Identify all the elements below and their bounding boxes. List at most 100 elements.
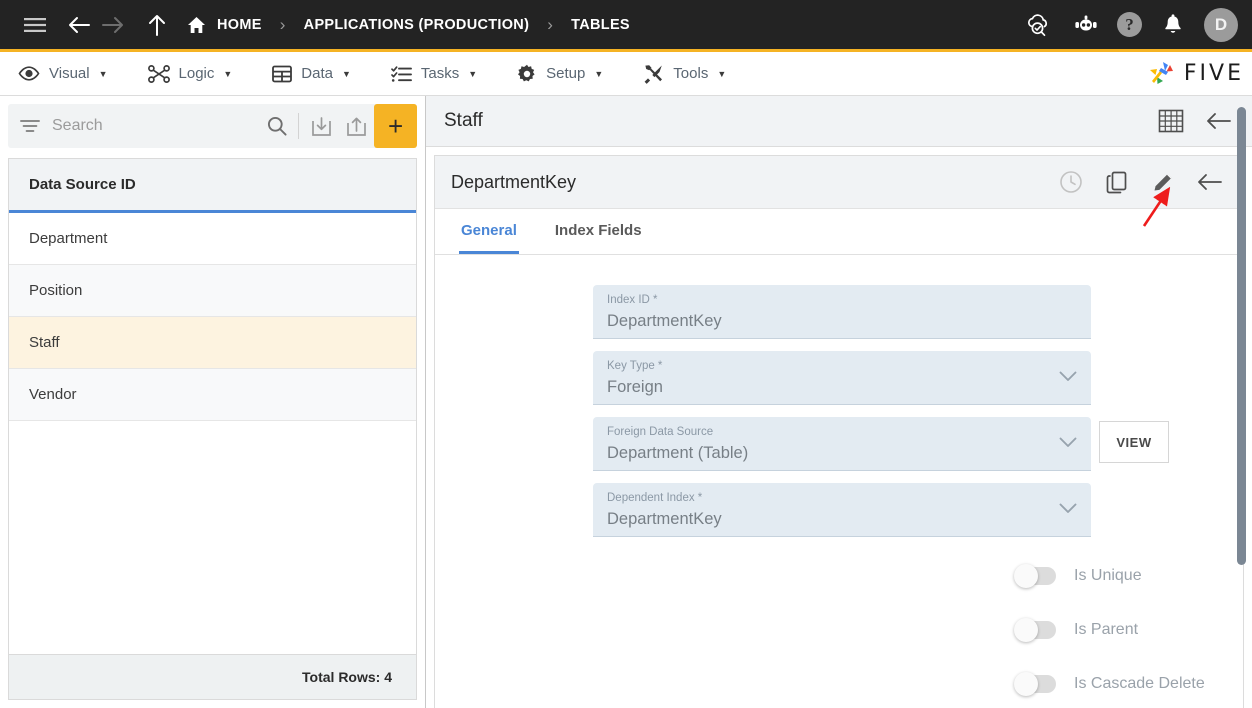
five-logo-mark — [1149, 61, 1173, 84]
field-value: DepartmentKey — [607, 312, 722, 330]
gear-icon — [517, 64, 537, 84]
home-icon[interactable] — [184, 13, 208, 37]
chevron-down-icon[interactable] — [1059, 503, 1077, 514]
view-button[interactable]: VIEW — [1099, 421, 1169, 463]
toggle-row-is-unique: Is Unique — [435, 549, 1243, 603]
table-row[interactable]: Vendor — [9, 369, 416, 421]
toggle-label: Is Unique — [1074, 567, 1142, 584]
record-title: DepartmentKey — [451, 171, 577, 192]
data-sources-table: Data Source ID Department Position Staff… — [8, 158, 417, 654]
record-header-actions — [1059, 170, 1223, 194]
toggle-knob — [1014, 618, 1038, 642]
toggle-row-is-cascade-delete: Is Cascade Delete — [435, 657, 1243, 708]
import-icon[interactable] — [303, 104, 338, 148]
chevron-down-icon: ▼ — [341, 68, 351, 79]
topbar-actions: ? D — [1021, 7, 1238, 42]
general-form: Index ID * DepartmentKey Key Type * Fore… — [435, 255, 1243, 708]
row-label: Position — [29, 282, 83, 299]
tools-icon — [643, 64, 664, 84]
key-type-select[interactable]: Key Type * Foreign — [593, 351, 1091, 405]
avatar[interactable]: D — [1204, 7, 1238, 42]
breadcrumb-item-tables[interactable]: TABLES — [571, 17, 630, 33]
add-button[interactable]: + — [374, 104, 418, 148]
row-label: Department — [29, 230, 108, 247]
five-logo: FIVE — [1146, 59, 1244, 89]
toggle-label: Is Cascade Delete — [1074, 675, 1205, 692]
chevron-down-icon: ▼ — [468, 68, 478, 79]
hamburger-icon[interactable] — [18, 8, 52, 42]
foreign-data-source-select[interactable]: Foreign Data Source Department (Table) — [593, 417, 1091, 471]
arrow-up-icon[interactable] — [140, 8, 174, 42]
field-label: Dependent Index * — [607, 492, 703, 504]
export-icon[interactable] — [339, 104, 374, 148]
menu-item-tasks[interactable]: Tasks ▼ — [391, 65, 477, 83]
table-row[interactable]: Department — [9, 213, 416, 265]
field-value: DepartmentKey — [607, 510, 722, 528]
chevron-down-icon: ▼ — [594, 68, 604, 79]
table-row-selected[interactable]: Staff — [9, 317, 416, 369]
cloud-check-icon[interactable] — [1021, 8, 1055, 42]
breadcrumb-item-applications[interactable]: APPLICATIONS (PRODUCTION) — [304, 17, 530, 33]
data-sources-sidebar: + Data Source ID Department Position Sta… — [0, 96, 426, 708]
logic-nodes-icon — [147, 64, 170, 83]
edit-pencil-icon[interactable] — [1151, 170, 1175, 194]
index-id-field[interactable]: Index ID * DepartmentKey — [593, 285, 1091, 339]
menu-item-label: Visual — [49, 65, 90, 82]
arrow-left-icon[interactable] — [62, 8, 96, 42]
menu-item-data[interactable]: Data ▼ — [272, 65, 351, 83]
grid-view-icon[interactable] — [1158, 109, 1184, 133]
table-rows: Department Position Staff Vendor — [9, 213, 416, 654]
five-logo-text: FIVE — [1183, 61, 1244, 86]
back-arrow-icon[interactable] — [1197, 172, 1223, 192]
chevron-down-icon[interactable] — [1059, 371, 1077, 382]
checklist-icon — [391, 65, 412, 83]
table-footer-total-rows: Total Rows: 4 — [8, 654, 417, 700]
record-header: DepartmentKey — [435, 156, 1243, 209]
menu-item-visual[interactable]: Visual ▼ — [18, 65, 108, 82]
dependent-index-select[interactable]: Dependent Index * DepartmentKey — [593, 483, 1091, 537]
toggle-knob — [1014, 672, 1038, 696]
filter-icon[interactable] — [20, 119, 40, 133]
copy-icon[interactable] — [1105, 170, 1129, 194]
is-cascade-delete-toggle[interactable] — [1014, 672, 1056, 696]
record-tabs: General Index Fields — [435, 209, 1243, 255]
back-arrow-icon[interactable] — [1206, 111, 1232, 131]
tab-general[interactable]: General — [459, 209, 519, 254]
field-label: Index ID * — [607, 294, 658, 306]
eye-icon — [18, 66, 40, 81]
toggle-label: Is Parent — [1074, 621, 1139, 638]
is-parent-toggle[interactable] — [1014, 618, 1056, 642]
history-clock-icon[interactable] — [1059, 170, 1083, 194]
bell-icon[interactable] — [1156, 8, 1190, 42]
search-icon[interactable] — [259, 104, 294, 148]
top-navigation-bar: HOME › APPLICATIONS (PRODUCTION) › TABLE… — [0, 0, 1252, 52]
menu-item-setup[interactable]: Setup ▼ — [517, 64, 603, 84]
menu-item-logic[interactable]: Logic ▼ — [147, 64, 232, 83]
breadcrumb-separator: › — [279, 14, 286, 34]
tab-index-fields[interactable]: Index Fields — [553, 209, 644, 254]
field-row-index-id: Index ID * DepartmentKey — [435, 285, 1243, 339]
application-menu-bar: Visual ▼ Logic ▼ Data ▼ Tasks ▼ Setup ▼ … — [0, 52, 1252, 96]
vertical-scrollbar[interactable] — [1237, 107, 1246, 565]
toggle-knob — [1014, 564, 1038, 588]
search-input[interactable] — [40, 117, 259, 135]
robot-icon[interactable] — [1069, 8, 1103, 42]
breadcrumb-separator: › — [547, 14, 554, 34]
arrow-right-icon[interactable] — [96, 8, 130, 42]
page-title: Staff — [444, 110, 483, 131]
is-unique-toggle[interactable] — [1014, 564, 1056, 588]
toggle-row-is-parent: Is Parent — [435, 603, 1243, 657]
panel-header-actions — [1158, 109, 1232, 133]
table-row[interactable]: Position — [9, 265, 416, 317]
menu-item-tools[interactable]: Tools ▼ — [643, 64, 726, 84]
field-label: Foreign Data Source — [607, 426, 714, 438]
field-value: Foreign — [607, 378, 663, 396]
field-value: Department (Table) — [607, 444, 749, 462]
menu-item-label: Tools — [673, 65, 709, 82]
field-row-dependent-index: Dependent Index * DepartmentKey — [435, 483, 1243, 537]
table-column-header[interactable]: Data Source ID — [9, 159, 416, 213]
breadcrumb-item-home[interactable]: HOME — [217, 17, 262, 33]
field-row-key-type: Key Type * Foreign — [435, 351, 1243, 405]
chevron-down-icon[interactable] — [1059, 437, 1077, 448]
help-icon[interactable]: ? — [1117, 12, 1142, 37]
